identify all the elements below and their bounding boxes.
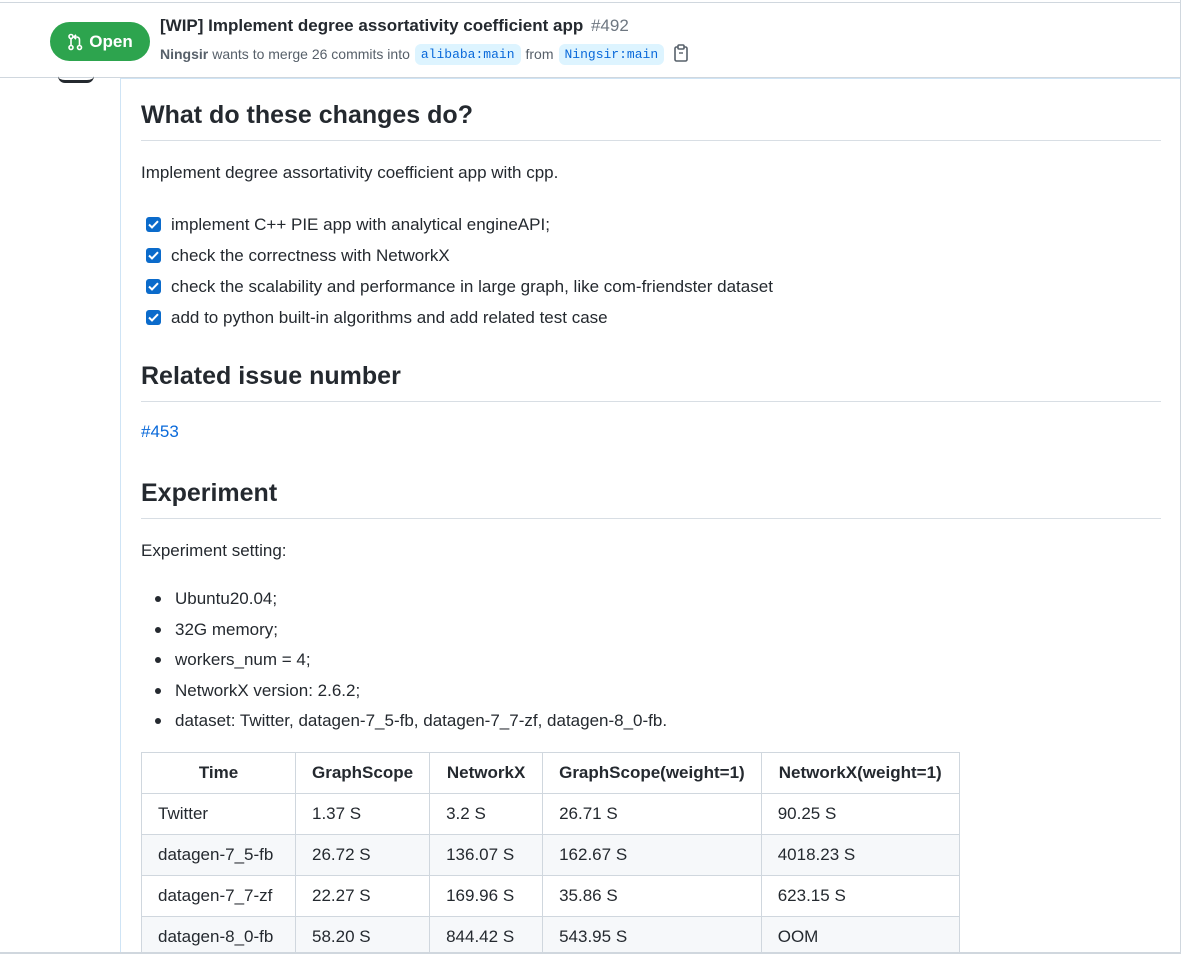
table-cell: 136.07 S	[429, 834, 544, 876]
column-header: Time	[141, 752, 296, 794]
checkbox-checked-icon[interactable]	[146, 279, 161, 294]
list-item: Ubuntu20.04;	[155, 584, 667, 615]
table-cell: 22.27 S	[294, 875, 431, 917]
table-cell: 844.42 S	[429, 916, 544, 954]
pr-title[interactable]: [WIP] Implement degree assortativity coe…	[160, 16, 583, 35]
table-cell: OOM	[760, 916, 960, 954]
checkbox-checked-icon[interactable]	[146, 217, 161, 232]
table-row: datagen-7_5-fb 26.72 S 136.07 S 162.67 S…	[141, 834, 960, 876]
column-header: NetworkX	[429, 752, 544, 794]
task-list-item: implement C++ PIE app with analytical en…	[146, 209, 773, 240]
column-header: NetworkX(weight=1)	[760, 752, 960, 794]
table-cell: 543.95 S	[542, 916, 762, 954]
task-label: check the scalability and performance in…	[171, 276, 773, 296]
setting-text: Ubuntu20.04;	[175, 589, 278, 609]
base-branch-label[interactable]: alibaba:main	[414, 43, 521, 65]
task-list-item: check the scalability and performance in…	[146, 271, 773, 302]
table-cell: 623.15 S	[760, 875, 960, 917]
list-item: workers_num = 4;	[155, 645, 667, 676]
table-cell: 90.25 S	[760, 793, 960, 835]
summary-text: Implement degree assortativity coefficie…	[141, 163, 559, 182]
task-label: check the correctness with NetworkX	[171, 245, 450, 265]
table-row: datagen-7_7-zf 22.27 S 169.96 S 35.86 S …	[141, 875, 960, 917]
from-text: from	[525, 46, 554, 62]
bullet-icon	[155, 718, 161, 725]
setting-text: NetworkX version: 2.6.2;	[175, 680, 361, 700]
checkbox-checked-icon[interactable]	[146, 310, 161, 325]
table-cell: datagen-7_7-zf	[141, 875, 296, 917]
bullet-icon	[155, 626, 161, 633]
experiment-setting-label: Experiment setting:	[141, 541, 287, 560]
pr-title-row: [WIP] Implement degree assortativity coe…	[160, 16, 629, 36]
pr-number: #492	[590, 16, 629, 35]
table-cell: 162.67 S	[542, 834, 762, 876]
table-cell: 26.71 S	[542, 793, 762, 835]
table-cell: 169.96 S	[429, 875, 544, 917]
table-cell: Twitter	[141, 793, 296, 835]
table-header-row: Time GraphScope NetworkX GraphScope(weig…	[141, 752, 960, 794]
pr-description-body: What do these changes do? Implement degr…	[120, 78, 1180, 954]
pr-state-badge: Open	[50, 22, 150, 61]
pr-state-label: Open	[89, 31, 133, 51]
copy-icon[interactable]	[673, 44, 689, 65]
task-label: implement C++ PIE app with analytical en…	[171, 214, 550, 234]
heading-changes: What do these changes do?	[141, 101, 1161, 141]
list-item: 32G memory;	[155, 615, 667, 646]
table-row: datagen-8_0-fb 58.20 S 844.42 S 543.95 S…	[141, 916, 960, 954]
issue-link[interactable]: #453	[141, 422, 179, 442]
column-header: GraphScope	[294, 752, 431, 794]
heading-related-issue: Related issue number	[141, 362, 1161, 402]
column-header: GraphScope(weight=1)	[542, 752, 762, 794]
pr-meta: Ningsir wants to merge 26 commits into a…	[160, 43, 689, 65]
bullet-icon	[155, 657, 161, 664]
head-branch-label[interactable]: Ningsir:main	[558, 43, 665, 65]
bullet-icon	[155, 596, 161, 603]
git-pull-request-icon	[67, 33, 83, 51]
table-cell: 58.20 S	[294, 916, 431, 954]
setting-text: dataset: Twitter, datagen-7_5-fb, datage…	[175, 711, 668, 731]
author-avatar[interactable]	[58, 76, 94, 83]
table-row: Twitter 1.37 S 3.2 S 26.71 S 90.25 S	[141, 793, 960, 835]
checkbox-checked-icon[interactable]	[146, 248, 161, 263]
pr-author-link[interactable]: Ningsir	[160, 46, 208, 62]
task-list-item: add to python built-in algorithms and ad…	[146, 302, 773, 333]
heading-experiment: Experiment	[141, 479, 1161, 519]
merge-text: wants to merge 26 commits into	[212, 46, 410, 62]
settings-list: Ubuntu20.04; 32G memory; workers_num = 4…	[155, 584, 667, 737]
setting-text: workers_num = 4;	[175, 650, 311, 670]
table-cell: 35.86 S	[542, 875, 762, 917]
task-list: implement C++ PIE app with analytical en…	[146, 209, 773, 333]
bullet-icon	[155, 687, 161, 694]
table-cell: 3.2 S	[429, 793, 544, 835]
table-cell: datagen-8_0-fb	[141, 916, 296, 954]
table-cell: 26.72 S	[294, 834, 431, 876]
table-cell: 1.37 S	[294, 793, 431, 835]
task-label: add to python built-in algorithms and ad…	[171, 307, 608, 327]
results-table: Time GraphScope NetworkX GraphScope(weig…	[141, 752, 960, 954]
setting-text: 32G memory;	[175, 619, 278, 639]
pull-request-page: Open [WIP] Implement degree assortativit…	[0, 0, 1181, 954]
table-cell: datagen-7_5-fb	[141, 834, 296, 876]
table-cell: 4018.23 S	[760, 834, 960, 876]
list-item: NetworkX version: 2.6.2;	[155, 676, 667, 707]
task-list-item: check the correctness with NetworkX	[146, 240, 773, 271]
pr-sticky-header: Open [WIP] Implement degree assortativit…	[0, 3, 1180, 78]
list-item: dataset: Twitter, datagen-7_5-fb, datage…	[155, 706, 667, 737]
